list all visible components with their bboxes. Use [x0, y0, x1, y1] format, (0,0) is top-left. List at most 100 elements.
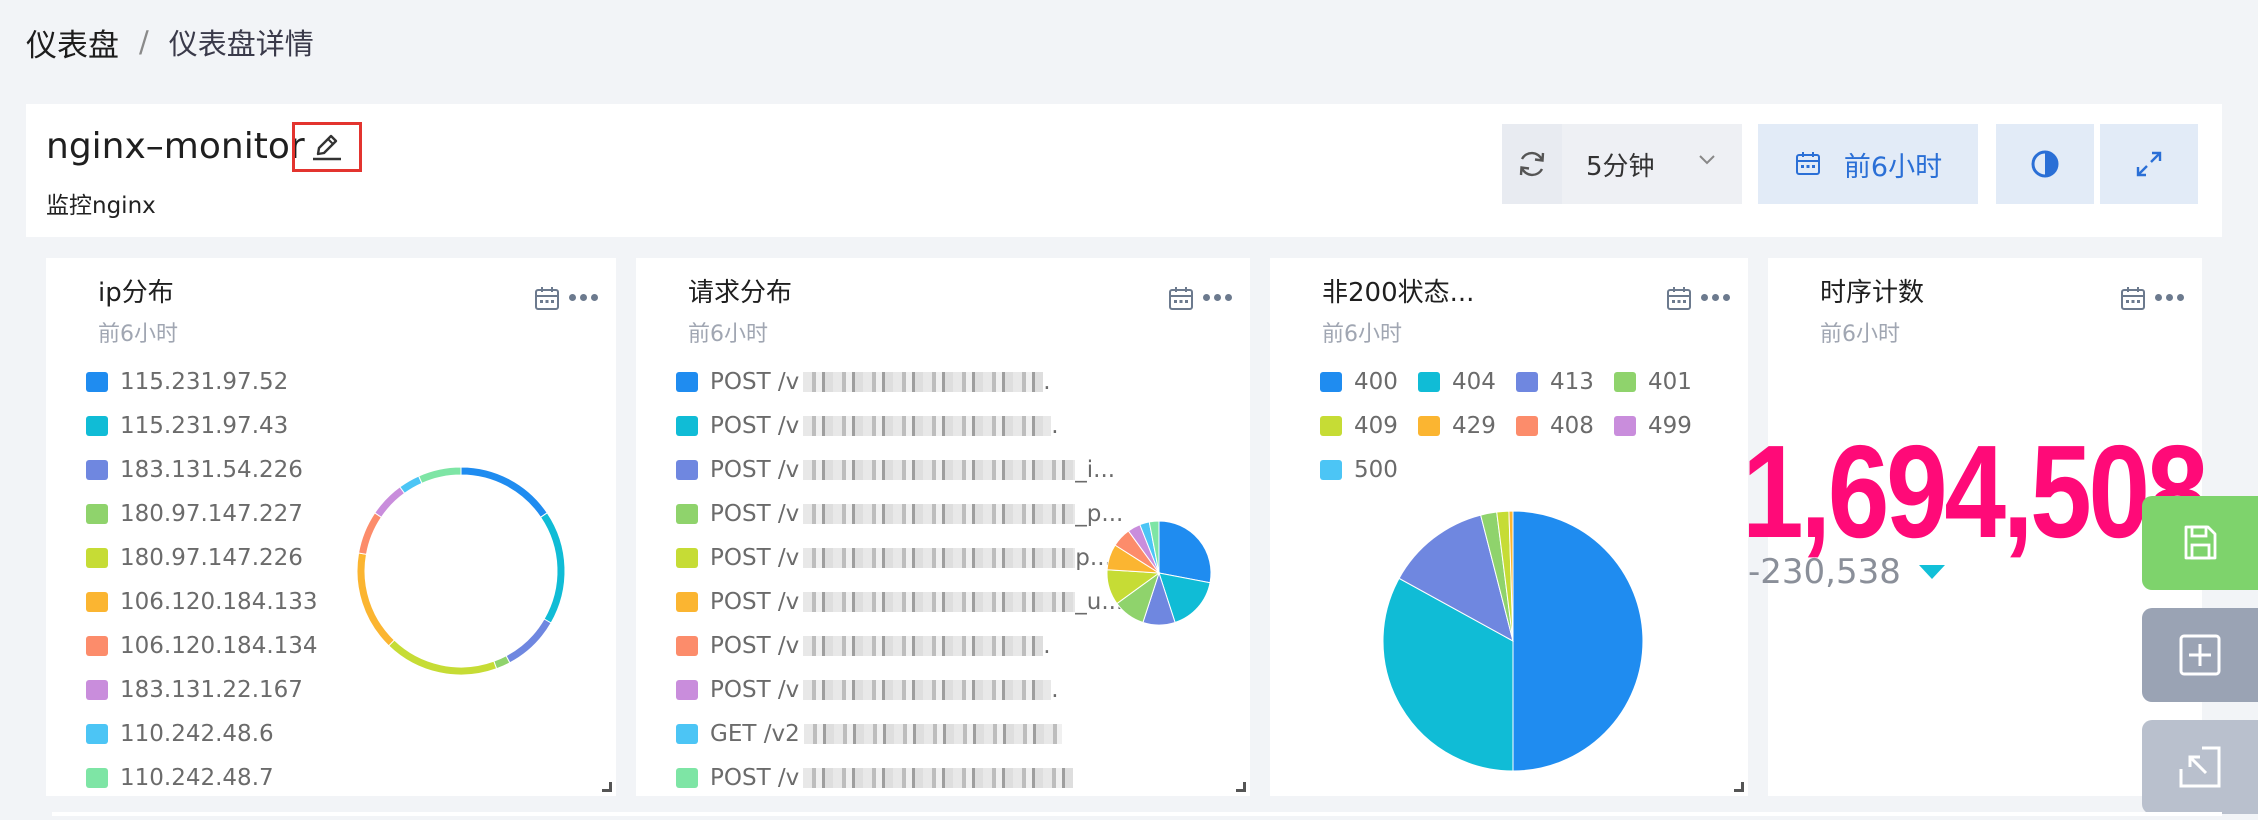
legend-item[interactable]: 500 [1320, 448, 1418, 492]
card-title: 时序计数 [1820, 278, 1925, 308]
card-title: 请求分布 [688, 278, 793, 308]
legend-item[interactable]: 183.131.22.167 [86, 668, 318, 712]
legend-item[interactable]: 413 [1516, 360, 1614, 404]
pie-slice[interactable] [374, 486, 406, 519]
legend-item[interactable]: 115.231.97.52 [86, 360, 318, 404]
legend-item[interactable]: POST /v _p... [676, 492, 1123, 536]
breadcrumb-root[interactable]: 仪表盘 [26, 20, 119, 65]
chevron-down-icon [1699, 155, 1715, 165]
legend-label: GET /v2 [710, 721, 800, 747]
legend-item[interactable]: 408 [1516, 404, 1614, 448]
redacted-text [803, 372, 1044, 392]
pencil-icon [313, 134, 341, 161]
legend-label: POST /v [710, 501, 800, 527]
more-options-button[interactable] [569, 294, 598, 301]
legend-swatch [676, 768, 698, 788]
time-range-button[interactable]: 前6小时 [1758, 124, 1978, 204]
legend-swatch [676, 636, 698, 656]
legend-item[interactable]: 110.242.48.7 [86, 756, 318, 796]
legend-item[interactable]: 106.120.184.134 [86, 624, 318, 668]
resize-handle[interactable] [1734, 782, 1744, 792]
legend-label-suffix: . [1051, 413, 1059, 439]
legend-item[interactable]: 499 [1614, 404, 1712, 448]
pie-slice[interactable] [356, 552, 396, 647]
legend-swatch [1418, 372, 1440, 392]
chart-legend: 115.231.97.52 115.231.97.43 183.131.54.226… [86, 360, 318, 796]
legend-item[interactable]: 183.131.54.226 [86, 448, 318, 492]
next-row-edge [52, 812, 2222, 816]
more-options-button[interactable] [1203, 294, 1232, 301]
legend-swatch [1320, 416, 1342, 436]
pie-slice[interactable] [399, 475, 423, 495]
card-title: 非200状态... [1322, 278, 1475, 308]
legend-label: POST /v [710, 545, 800, 571]
resize-handle[interactable] [602, 782, 612, 792]
pie-slice[interactable] [505, 618, 552, 664]
request-pie-chart [1106, 520, 1212, 626]
down-arrow-icon [1918, 565, 1945, 579]
legend-label-suffix: . [1051, 677, 1059, 703]
refresh-interval-select[interactable]: 5分钟 [1562, 124, 1742, 204]
legend-item[interactable]: GET /v2 [676, 712, 1123, 756]
plus-square-icon [2179, 634, 2221, 676]
theme-toggle-button[interactable] [1996, 124, 2094, 204]
redacted-text [803, 724, 1062, 744]
ip-donut-chart [356, 466, 566, 676]
legend-item[interactable]: 110.242.48.6 [86, 712, 318, 756]
delta-value: -230,538 [1748, 552, 1945, 592]
pie-slice[interactable] [418, 466, 462, 484]
request-distribution-card: 请求分布 前6小时 POST /v. POST /v. POST /v _i... PO… [636, 258, 1250, 796]
edit-title-button[interactable] [292, 122, 362, 172]
more-options-button[interactable] [2155, 294, 2184, 301]
legend-item[interactable]: POST /v p... [676, 536, 1123, 580]
dashboard-description: 监控nginx [46, 193, 156, 219]
pie-slice[interactable] [460, 466, 548, 519]
legend-item[interactable]: 180.97.147.226 [86, 536, 318, 580]
legend-item[interactable]: 429 [1418, 404, 1516, 448]
legend-item[interactable]: POST /v. [676, 404, 1123, 448]
legend-item[interactable]: 180.97.147.227 [86, 492, 318, 536]
legend-item[interactable]: 400 [1320, 360, 1418, 404]
legend-label: 110.242.48.6 [120, 721, 274, 747]
refresh-button[interactable] [1502, 124, 1562, 204]
calendar-icon[interactable] [534, 286, 560, 312]
exit-edit-button[interactable] [2142, 720, 2258, 814]
legend-label-suffix: . [1043, 369, 1051, 395]
legend-item[interactable]: POST /v. [676, 624, 1123, 668]
calendar-icon[interactable] [2120, 286, 2146, 312]
pie-slice[interactable] [388, 639, 498, 676]
legend-item[interactable]: 106.120.184.133 [86, 580, 318, 624]
card-title: ip分布 [98, 278, 174, 308]
legend-label: 400 [1354, 369, 1398, 395]
legend-item[interactable]: 401 [1614, 360, 1712, 404]
fullscreen-button[interactable] [2100, 124, 2198, 204]
legend-item[interactable]: POST /v. [676, 360, 1123, 404]
contrast-icon [2031, 150, 2059, 178]
legend-item[interactable]: 115.231.97.43 [86, 404, 318, 448]
legend-item[interactable]: POST /v _u... [676, 580, 1123, 624]
legend-item[interactable]: POST /v _i... [676, 448, 1123, 492]
pie-slice[interactable] [1158, 520, 1212, 584]
legend-swatch [86, 372, 108, 392]
add-chart-button[interactable] [2142, 608, 2258, 702]
legend-swatch [676, 724, 698, 744]
legend-label: 110.242.48.7 [120, 765, 274, 791]
pie-slice[interactable] [1512, 510, 1644, 772]
calendar-icon[interactable] [1168, 286, 1194, 312]
legend-label: 106.120.184.133 [120, 589, 318, 615]
legend-item[interactable]: POST /v. [676, 668, 1123, 712]
resize-handle[interactable] [1236, 782, 1246, 792]
pie-slice[interactable] [358, 512, 383, 555]
legend-swatch [676, 372, 698, 392]
legend-item[interactable]: POST /v [676, 756, 1123, 796]
legend-item[interactable]: 409 [1320, 404, 1418, 448]
legend-label: 180.97.147.227 [120, 501, 303, 527]
legend-label: POST /v [710, 765, 800, 791]
dashboard-header: nginx–monitor 监控nginx 5分钟 前6小时 [26, 104, 2222, 237]
save-button[interactable] [2142, 496, 2258, 590]
more-options-button[interactable] [1701, 294, 1730, 301]
pie-slice[interactable] [539, 512, 566, 624]
legend-item[interactable]: 404 [1418, 360, 1516, 404]
calendar-icon[interactable] [1666, 286, 1692, 312]
non-200-status-card: 非200状态... 前6小时 400 404 413 401 409 429 408 499 5… [1270, 258, 1748, 796]
